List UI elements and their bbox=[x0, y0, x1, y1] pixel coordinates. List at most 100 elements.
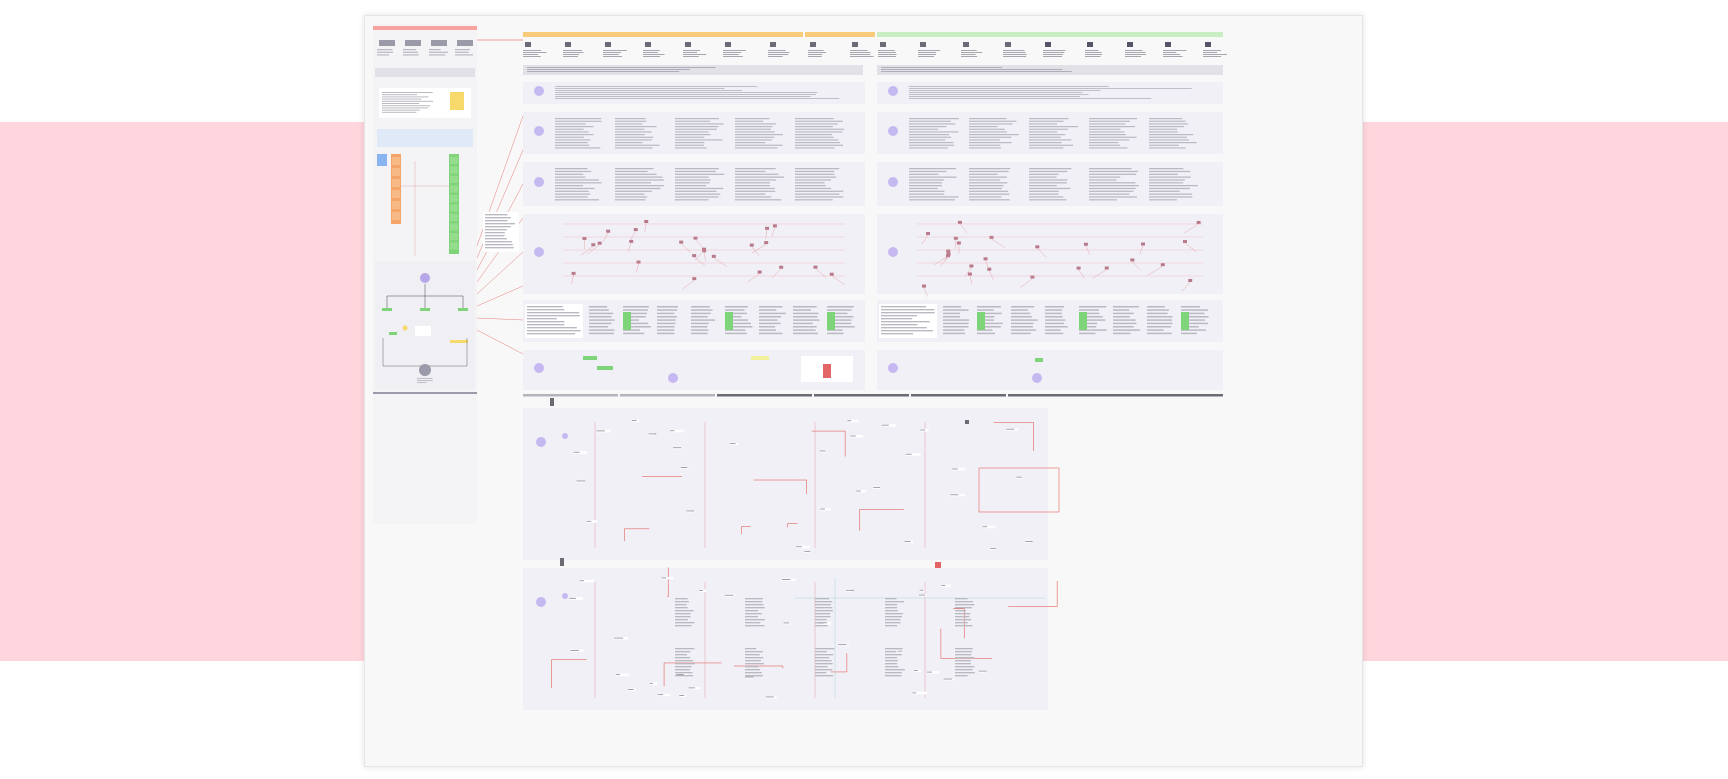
text-line bbox=[881, 315, 918, 317]
text-line bbox=[1029, 139, 1072, 141]
flow-step-text bbox=[765, 696, 774, 698]
flow-step-text bbox=[679, 695, 685, 696]
text-line bbox=[909, 176, 957, 178]
text-line bbox=[675, 666, 692, 668]
text-line bbox=[1089, 131, 1125, 133]
text-line bbox=[555, 120, 602, 122]
text-line bbox=[1089, 199, 1117, 201]
journey-step bbox=[829, 272, 834, 276]
journey-step bbox=[606, 229, 611, 233]
board-canvas[interactable] bbox=[364, 15, 1363, 767]
text-line bbox=[1043, 56, 1063, 57]
connector-line bbox=[476, 317, 524, 321]
persona-icon bbox=[534, 86, 544, 96]
text-line bbox=[795, 196, 844, 198]
sticky-note-green bbox=[450, 204, 458, 212]
text-line bbox=[1029, 120, 1064, 122]
text-line bbox=[808, 52, 827, 53]
text-line bbox=[675, 170, 716, 173]
text-line bbox=[675, 144, 705, 146]
text-line bbox=[691, 312, 711, 315]
flow-step-text bbox=[856, 490, 861, 492]
stage-icon bbox=[1165, 42, 1171, 47]
text-line bbox=[1089, 118, 1137, 120]
text-line bbox=[885, 610, 898, 612]
text-line bbox=[795, 144, 844, 146]
text-line bbox=[1011, 332, 1031, 335]
sticky-note-green bbox=[450, 214, 458, 221]
text-line bbox=[850, 56, 874, 57]
text-line bbox=[795, 136, 834, 138]
highlight-cell bbox=[1079, 312, 1087, 330]
journey-step bbox=[692, 277, 697, 281]
text-line bbox=[1011, 326, 1033, 328]
flow-step-text bbox=[627, 689, 634, 690]
text-line bbox=[955, 666, 975, 668]
text-line bbox=[1089, 134, 1126, 136]
text-line bbox=[793, 332, 818, 335]
text-line bbox=[1149, 199, 1177, 201]
flow-step-text bbox=[912, 692, 917, 694]
text-line bbox=[527, 321, 565, 323]
text-line bbox=[745, 622, 761, 624]
text-line bbox=[881, 71, 1072, 72]
stage-icon bbox=[963, 42, 969, 47]
text-line bbox=[885, 622, 901, 624]
text-line bbox=[555, 187, 595, 190]
text-line bbox=[1149, 118, 1183, 120]
text-line bbox=[1079, 332, 1096, 335]
text-line bbox=[675, 613, 691, 615]
system-icon bbox=[560, 558, 564, 566]
flow-step-text bbox=[724, 594, 734, 596]
text-line bbox=[683, 56, 699, 57]
section-panel bbox=[523, 214, 865, 294]
stage-icon bbox=[725, 42, 731, 47]
flow-step-text bbox=[1025, 541, 1033, 542]
section-panel bbox=[877, 82, 1223, 104]
text-line bbox=[527, 71, 680, 72]
text-line bbox=[1203, 52, 1218, 53]
flow-step-text bbox=[649, 682, 653, 684]
left-stage-bar bbox=[373, 26, 477, 30]
text-line bbox=[683, 50, 700, 51]
text-line bbox=[735, 118, 770, 120]
text-line bbox=[675, 199, 709, 201]
sticky-note-green bbox=[450, 176, 458, 183]
text-line bbox=[382, 94, 418, 96]
text-line bbox=[485, 235, 505, 237]
user-icon bbox=[420, 273, 430, 283]
text-line bbox=[878, 56, 896, 57]
text-line bbox=[768, 52, 790, 53]
text-line bbox=[955, 625, 973, 627]
text-line bbox=[1113, 329, 1141, 331]
text-line bbox=[555, 131, 589, 133]
highlight-cell bbox=[623, 312, 631, 330]
text-line bbox=[615, 144, 660, 146]
text-line bbox=[1089, 182, 1136, 184]
journey-map-board[interactable] bbox=[365, 16, 1364, 768]
text-line bbox=[485, 247, 514, 249]
text-line bbox=[691, 332, 708, 335]
text-line bbox=[683, 52, 698, 53]
text-line bbox=[589, 326, 609, 328]
system-icon bbox=[965, 420, 969, 424]
screenshot-highlight bbox=[823, 364, 831, 378]
flow-panel bbox=[523, 568, 1048, 710]
text-line bbox=[589, 309, 609, 311]
text-line bbox=[735, 136, 775, 138]
text-line bbox=[909, 94, 1089, 95]
text-line bbox=[1089, 147, 1128, 149]
journey-step bbox=[953, 236, 958, 240]
text-line bbox=[793, 319, 820, 321]
text-line bbox=[657, 309, 678, 311]
text-line bbox=[808, 50, 824, 51]
user-icon bbox=[536, 437, 546, 447]
flow-step-text bbox=[686, 510, 694, 512]
flow-step-text bbox=[569, 597, 576, 599]
text-line bbox=[815, 675, 834, 677]
text-line bbox=[1029, 126, 1079, 128]
text-line bbox=[955, 651, 972, 653]
text-line bbox=[885, 604, 898, 606]
text-line bbox=[1029, 134, 1066, 136]
text-line bbox=[1085, 56, 1101, 57]
